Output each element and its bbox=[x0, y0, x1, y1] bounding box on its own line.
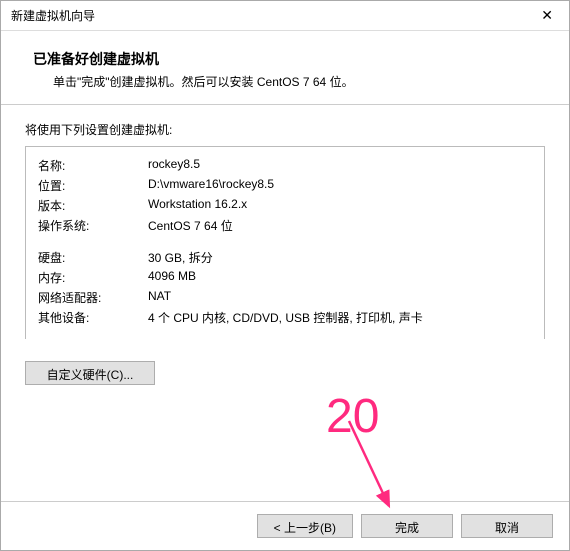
customize-hardware-button[interactable]: 自定义硬件(C)... bbox=[25, 361, 155, 385]
setting-key: 操作系统: bbox=[38, 217, 148, 234]
settings-summary: 名称: rockey8.5 位置: D:\vmware16\rockey8.5 … bbox=[25, 146, 545, 339]
content-area: 将使用下列设置创建虚拟机: 名称: rockey8.5 位置: D:\vmwar… bbox=[1, 105, 569, 401]
setting-row-location: 位置: D:\vmware16\rockey8.5 bbox=[38, 177, 532, 194]
setting-row-name: 名称: rockey8.5 bbox=[38, 157, 532, 174]
setting-val: NAT bbox=[148, 289, 532, 306]
setting-val: 30 GB, 拆分 bbox=[148, 249, 532, 266]
cancel-button[interactable]: 取消 bbox=[461, 514, 553, 538]
setting-row-other: 其他设备: 4 个 CPU 内核, CD/DVD, USB 控制器, 打印机, … bbox=[38, 309, 532, 326]
setting-row-memory: 内存: 4096 MB bbox=[38, 269, 532, 286]
close-icon[interactable]: ✕ bbox=[535, 7, 559, 24]
settings-intro: 将使用下列设置创建虚拟机: bbox=[25, 121, 545, 138]
titlebar: 新建虚拟机向导 ✕ bbox=[1, 1, 569, 31]
page-subtitle: 单击"完成"创建虚拟机。然后可以安装 CentOS 7 64 位。 bbox=[33, 73, 537, 90]
setting-val: Workstation 16.2.x bbox=[148, 197, 532, 214]
wizard-footer: < 上一步(B) 完成 取消 bbox=[1, 501, 569, 550]
setting-key: 网络适配器: bbox=[38, 289, 148, 306]
setting-val: 4 个 CPU 内核, CD/DVD, USB 控制器, 打印机, 声卡 bbox=[148, 309, 532, 326]
page-title: 已准备好创建虚拟机 bbox=[33, 49, 537, 69]
setting-row-version: 版本: Workstation 16.2.x bbox=[38, 197, 532, 214]
setting-val: CentOS 7 64 位 bbox=[148, 217, 532, 234]
wizard-header: 已准备好创建虚拟机 单击"完成"创建虚拟机。然后可以安装 CentOS 7 64… bbox=[1, 31, 569, 104]
setting-val: D:\vmware16\rockey8.5 bbox=[148, 177, 532, 194]
window-title: 新建虚拟机向导 bbox=[11, 7, 95, 24]
setting-row-disk: 硬盘: 30 GB, 拆分 bbox=[38, 249, 532, 266]
setting-val: rockey8.5 bbox=[148, 157, 532, 174]
setting-key: 其他设备: bbox=[38, 309, 148, 326]
setting-row-os: 操作系统: CentOS 7 64 位 bbox=[38, 217, 532, 234]
setting-key: 位置: bbox=[38, 177, 148, 194]
finish-button[interactable]: 完成 bbox=[361, 514, 453, 538]
setting-key: 名称: bbox=[38, 157, 148, 174]
back-button[interactable]: < 上一步(B) bbox=[257, 514, 353, 538]
setting-row-network: 网络适配器: NAT bbox=[38, 289, 532, 306]
setting-val: 4096 MB bbox=[148, 269, 532, 286]
setting-key: 版本: bbox=[38, 197, 148, 214]
setting-key: 内存: bbox=[38, 269, 148, 286]
setting-key: 硬盘: bbox=[38, 249, 148, 266]
